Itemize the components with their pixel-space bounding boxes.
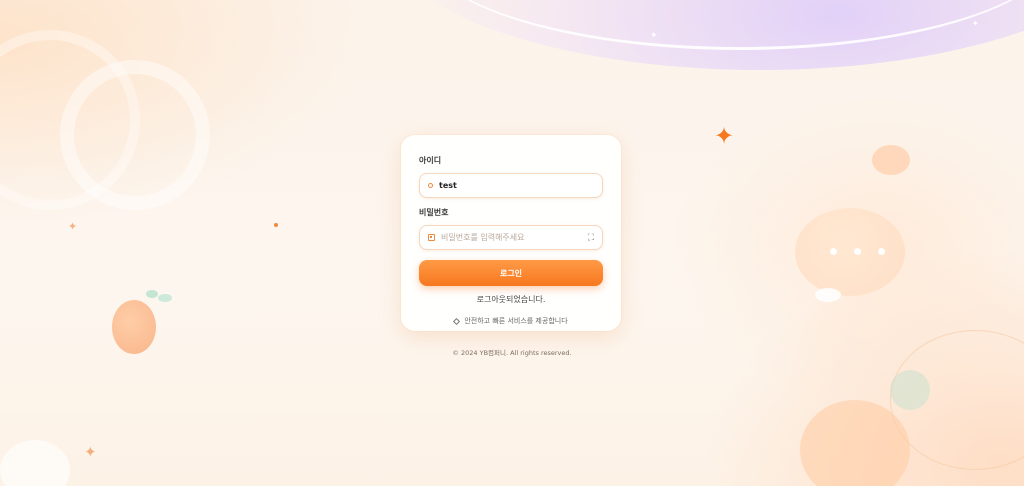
- leaf-decoration: [890, 370, 930, 410]
- lock-icon: [428, 234, 435, 241]
- chat-dot: [830, 248, 837, 255]
- slogan: 안전하고 빠른 서비스를 제공합니다: [419, 316, 603, 326]
- eye-icon[interactable]: ⛶: [588, 233, 594, 243]
- sparkle-icon: ✦: [714, 122, 735, 150]
- leaf-decoration: [158, 294, 172, 302]
- username-field[interactable]: [419, 173, 603, 198]
- slogan-text: 안전하고 빠른 서비스를 제공합니다: [464, 317, 568, 325]
- footer-copyright: © 2024 YB컴퍼니. All rights reserved.: [452, 349, 572, 357]
- carrot-decoration: [872, 145, 910, 175]
- field-gap: [419, 198, 603, 207]
- chat-dot: [878, 248, 885, 255]
- sparkle-icon: ✦: [650, 31, 658, 41]
- sparkle-icon: ✦: [84, 443, 97, 461]
- diamond-icon: [453, 317, 461, 325]
- leaf-decoration: [146, 290, 158, 298]
- sparkle-icon: ✦: [972, 19, 979, 28]
- chat-bubble-decoration: [795, 208, 905, 296]
- password-input[interactable]: [435, 233, 588, 242]
- status-message: 로그아웃되었습니다.: [476, 295, 546, 304]
- chat-dot: [854, 248, 861, 255]
- password-label: 비밀번호: [419, 208, 449, 217]
- password-field[interactable]: ⛶: [419, 225, 603, 250]
- dot-decoration: [274, 223, 278, 227]
- login-button[interactable]: 로그인: [419, 260, 603, 286]
- white-blob: [0, 440, 70, 486]
- username-label: 아이디: [419, 156, 442, 165]
- login-card: 아이디 비밀번호 ⛶ 로그인 로그아웃되었습니다. 안전하고 빠른 서비스를 제…: [401, 135, 621, 331]
- sparkle-icon: ✦: [68, 220, 78, 233]
- carrot-decoration: [112, 300, 156, 354]
- username-input[interactable]: [433, 181, 594, 190]
- chat-bubble-tail: [815, 288, 841, 302]
